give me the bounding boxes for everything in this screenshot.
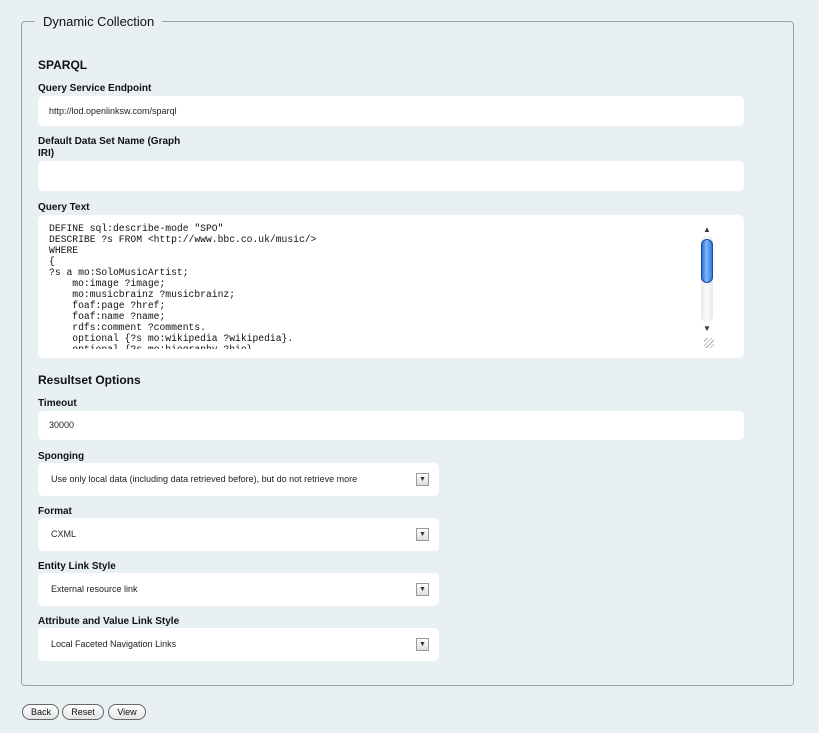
entity-link-label: Entity Link Style [38,561,116,572]
timeout-input[interactable]: 30000 [38,411,744,440]
format-value: CXML [51,529,77,539]
entity-link-select[interactable]: External resource link ▼ [38,573,439,606]
default-graph-label: Default Data Set Name (Graph IRI) [38,136,180,160]
sponging-label: Sponging [38,451,85,462]
sponging-select[interactable]: Use only local data (including data retr… [38,463,439,496]
attr-link-select[interactable]: Local Faceted Navigation Links ▼ [38,628,439,661]
attr-link-value: Local Faceted Navigation Links [51,639,177,649]
query-text-label: Query Text [38,202,90,213]
endpoint-input[interactable]: http://lod.openlinksw.com/sparql [38,96,744,126]
chevron-down-icon[interactable]: ▼ [416,638,429,651]
reset-button[interactable]: Reset [62,704,104,720]
chevron-down-icon[interactable]: ▼ [416,528,429,541]
attr-link-label: Attribute and Value Link Style [38,616,180,627]
arrow-up-icon[interactable]: ▲ [700,224,714,235]
query-scrollbar[interactable]: ▲ ▼ [700,224,714,334]
entity-link-value: External resource link [51,584,138,594]
timeout-value: 30000 [49,420,75,430]
default-graph-label-line2: IRI) [38,148,55,159]
resize-grip-icon[interactable] [704,338,714,348]
sponging-value: Use only local data (including data retr… [51,474,358,484]
view-button[interactable]: View [108,704,146,720]
arrow-down-icon[interactable]: ▼ [700,323,714,334]
format-label: Format [38,506,72,517]
endpoint-value: http://lod.openlinksw.com/sparql [49,106,177,116]
sparql-section-title: SPARQL [38,58,88,72]
format-select[interactable]: CXML ▼ [38,518,439,551]
chevron-down-icon[interactable]: ▼ [416,583,429,596]
default-graph-input[interactable] [38,161,744,191]
default-graph-label-line1: Default Data Set Name (Graph [38,136,181,147]
query-textarea[interactable]: DEFINE sql:describe-mode "SPO" DESCRIBE … [38,215,744,358]
back-button[interactable]: Back [22,704,59,720]
query-text: DEFINE sql:describe-mode "SPO" DESCRIBE … [49,223,317,349]
resultset-section-title: Resultset Options [38,373,141,387]
timeout-label: Timeout [38,398,77,409]
endpoint-label: Query Service Endpoint [38,83,152,94]
fieldset-legend: Dynamic Collection [43,14,155,29]
scrollbar-thumb[interactable] [701,239,713,283]
chevron-down-icon[interactable]: ▼ [416,473,429,486]
